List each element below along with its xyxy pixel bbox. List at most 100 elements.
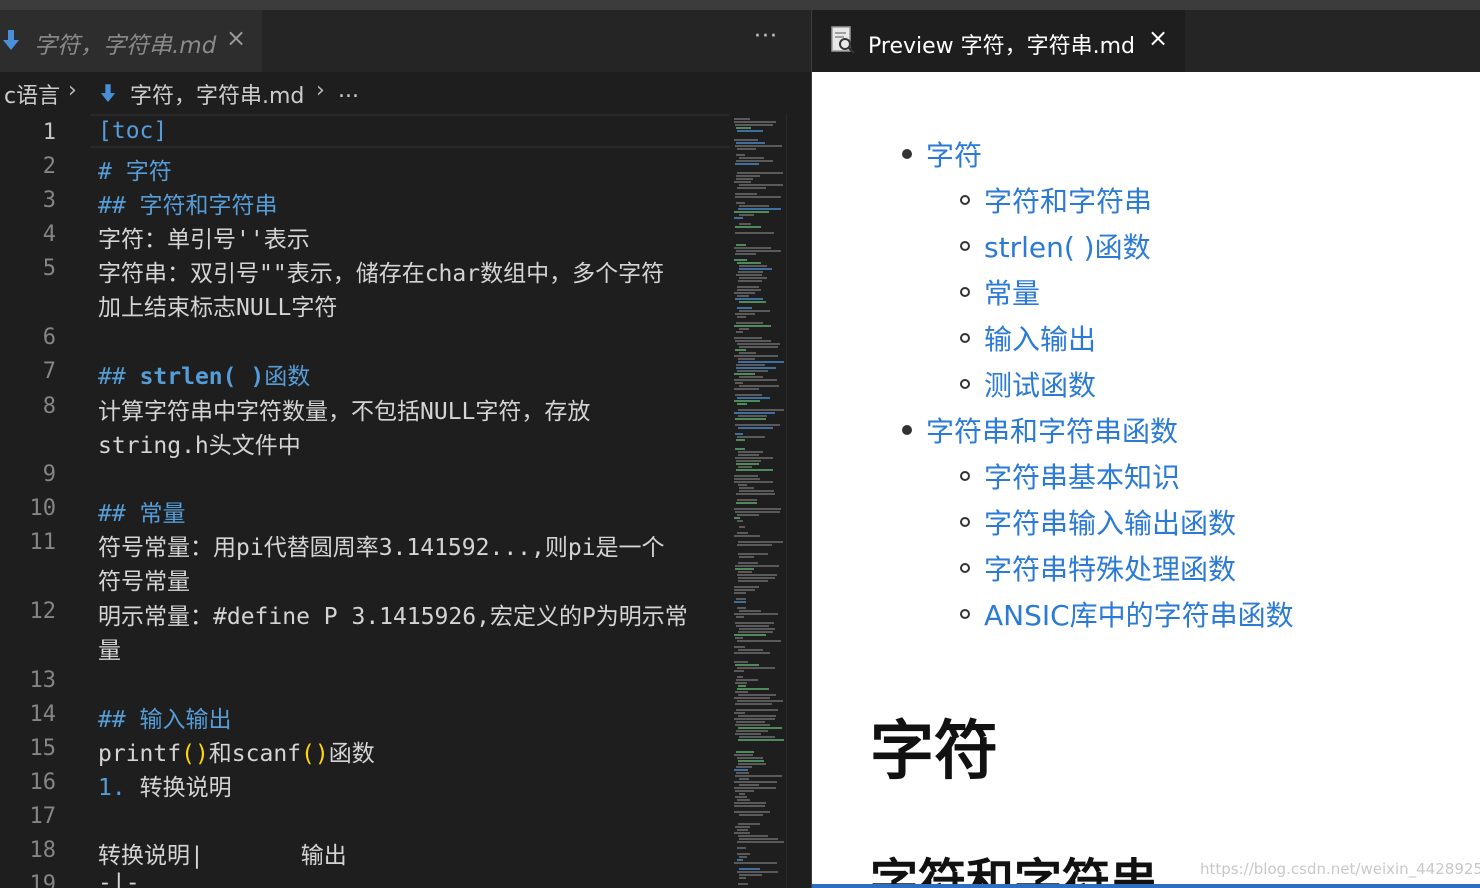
minimap-line: [737, 640, 781, 642]
preview-bottom-border: [812, 884, 1480, 888]
minimap-line: [736, 751, 754, 753]
toc-link[interactable]: 字符串特殊处理函数: [984, 548, 1236, 588]
code-line: ## strlen( )函数: [98, 357, 310, 391]
code-line: 1. 转换说明: [98, 768, 232, 802]
close-icon[interactable]: ×: [1148, 24, 1168, 52]
minimap-line: [734, 781, 777, 783]
code-line: 明示常量：#define P 3.1415926,宏定义的P为明示常: [98, 604, 688, 630]
minimap-line: [737, 514, 759, 516]
minimap-line: [737, 574, 777, 576]
line-number: 17: [29, 804, 57, 829]
minimap-line: [734, 646, 745, 648]
minimap-line: [736, 154, 745, 156]
minimap-line: [735, 193, 757, 195]
line-number: 1: [42, 120, 56, 145]
code-line-wrap: 加上结束标志NULL字符: [98, 295, 338, 321]
minimap-line: [734, 292, 755, 294]
code-line: 计算字符串中字符数量，不包括NULL字符，存放: [98, 399, 591, 425]
minimap-line: [739, 268, 772, 270]
code-line: 字符：单引号''表示: [98, 227, 310, 253]
minimap-line: [738, 739, 784, 741]
toc-link[interactable]: 字符串基本知识: [984, 456, 1180, 496]
minimap-line: [735, 298, 763, 300]
breadcrumb-ellipsis[interactable]: ...: [338, 78, 359, 103]
toc-bullet-circle: [960, 333, 970, 343]
close-icon[interactable]: ×: [226, 24, 246, 52]
minimap-line: [735, 424, 780, 426]
minimap-line: [736, 463, 759, 465]
minimap-line: [736, 250, 781, 252]
code-line: printf()和scanf()函数: [98, 734, 375, 768]
minimap-line: [735, 340, 771, 342]
code-bracket: (): [181, 741, 209, 767]
minimap-line: [734, 508, 781, 510]
minimap-line: [738, 466, 752, 468]
md-paren: ): [250, 364, 265, 390]
minimap-line: [738, 415, 767, 417]
minimap-line: [736, 766, 752, 768]
minimap-line: [738, 358, 755, 360]
minimap-line: [737, 799, 750, 801]
minimap-line: [738, 454, 759, 456]
line-number: 2: [42, 154, 56, 179]
minimap-line: [734, 805, 765, 807]
code-line: ## 常量: [98, 501, 186, 527]
minimap-line: [735, 775, 782, 777]
minimap-line: [737, 130, 763, 132]
minimap-line: [734, 697, 770, 699]
minimap-line: [738, 484, 747, 486]
minimap-line: [736, 709, 778, 711]
line-number: 12: [29, 599, 57, 624]
minimap-line: [738, 409, 784, 411]
minimap[interactable]: [730, 114, 786, 888]
minimap-line: [737, 295, 749, 297]
toc-link[interactable]: 常量: [984, 272, 1040, 312]
more-actions-icon[interactable]: ···: [754, 24, 778, 49]
toc-link[interactable]: ANSIC库中的字符串函数: [984, 594, 1294, 634]
preview-tab[interactable]: Preview 字符，字符串.md ×: [812, 10, 1185, 72]
minimap-line: [737, 667, 775, 669]
breadcrumb-file[interactable]: 字符，字符串.md: [130, 78, 304, 110]
line-number: 13: [29, 668, 57, 693]
minimap-line: [739, 223, 751, 225]
preview-heading-2: 字符和字符串: [870, 854, 1159, 888]
toc-link[interactable]: 字符和字符串: [984, 180, 1152, 220]
toc-bullet-circle: [960, 517, 970, 527]
breadcrumb-folder[interactable]: c语言: [4, 78, 60, 110]
minimap-line: [735, 457, 773, 459]
toc-link[interactable]: 测试函数: [984, 364, 1096, 404]
minimap-line: [739, 874, 762, 876]
minimap-line: [739, 877, 746, 879]
minimap-line: [734, 670, 744, 672]
vertical-scrollbar[interactable]: [786, 114, 811, 888]
minimap-line: [738, 835, 768, 837]
code-line: 转换说明| 输出: [98, 843, 347, 869]
code-line: 符号常量：用pi代替圆周率3.141592...,则pi是一个: [98, 535, 665, 561]
code-line-wrap: 符号常量: [98, 569, 190, 595]
minimap-line: [737, 757, 763, 759]
minimap-line: [734, 661, 748, 663]
minimap-line: [739, 838, 778, 840]
code-area[interactable]: 1 [toc] 2 # 字符 3 ## 字符和字符串 4 字符：单引号''表示 …: [0, 114, 730, 888]
toc-link[interactable]: strlen( )函数: [984, 226, 1151, 266]
minimap-line: [737, 262, 761, 264]
minimap-line: [739, 487, 754, 489]
editor-tab[interactable]: 字符，字符串.md ×: [0, 10, 262, 72]
toc-link[interactable]: 字符串和字符串函数: [926, 410, 1178, 450]
minimap-line: [735, 313, 755, 315]
minimap-line: [738, 451, 763, 453]
minimap-line: [735, 418, 766, 420]
minimap-line: [737, 520, 743, 522]
minimap-line: [734, 259, 747, 261]
minimap-line: [736, 730, 768, 732]
minimap-line: [734, 481, 773, 483]
toc-link[interactable]: 字符: [926, 134, 982, 174]
toc-link[interactable]: 输入输出: [984, 318, 1096, 358]
preview-tab-title: Preview 字符，字符串.md: [868, 34, 1136, 59]
line-number: 4: [42, 222, 56, 247]
minimap-line: [736, 439, 745, 441]
minimap-line: [734, 832, 750, 834]
toc-link[interactable]: 字符串输入输出函数: [984, 502, 1236, 542]
minimap-line: [736, 721, 765, 723]
line-number: 15: [29, 736, 57, 761]
